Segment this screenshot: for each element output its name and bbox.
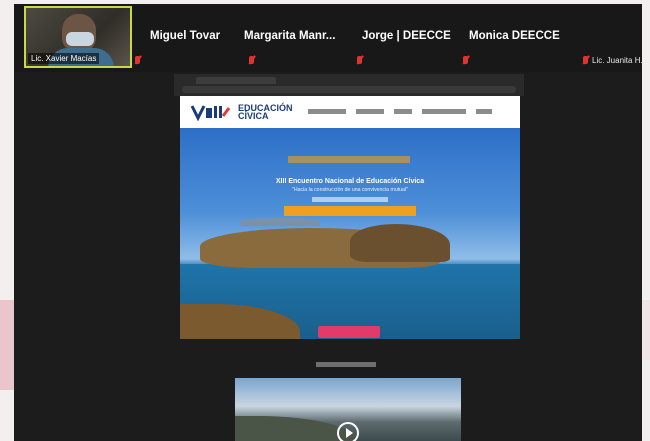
browser-tab[interactable] [196,77,276,84]
hero-subtitle: "Hacia la construcción de una convivenci… [292,187,408,193]
hero-kicker [288,156,410,163]
hero-title: XIII Encuentro Nacional de Educación Cív… [275,178,425,185]
participant-name-1[interactable]: Miguel Tovar [150,30,220,42]
nav-item[interactable] [422,109,466,114]
self-video-tile[interactable]: Lic. Xavier Macías [24,6,132,68]
participant-name-5[interactable]: Lic. Juanita H... [592,56,647,65]
video-thumbnail[interactable] [235,378,461,441]
address-bar[interactable] [182,86,516,93]
nav-item[interactable] [356,109,384,114]
hero-banner: XIII Encuentro Nacional de Educación Cív… [180,128,520,339]
participant-strip: Lic. Xavier Macías Miguel Tovar Margarit… [14,4,647,72]
muted-mic-icon [582,56,589,65]
participant-name-3[interactable]: Jorge | DEECCE [362,30,451,42]
distant-island [240,218,320,226]
participant-name-2[interactable]: Margarita Manr... [244,30,335,42]
nav-item[interactable] [308,109,346,114]
hero-date [312,197,388,202]
video-call-window: Lic. Xavier Macías Miguel Tovar Margarit… [14,4,647,441]
site-logo-text: EDUCACIÓN CÍVICA [238,104,293,121]
site-navbar: EDUCACIÓN CÍVICA [180,96,520,128]
island-peak [350,224,450,262]
registration-button[interactable] [284,206,416,216]
nav-item[interactable] [476,109,492,114]
cta-button[interactable] [318,326,380,338]
shared-browser-chrome [174,74,524,96]
self-tile-name: Lic. Xavier Macías [28,53,100,64]
play-icon[interactable] [337,422,359,441]
face-mask [66,32,94,46]
paper-mark [0,300,14,390]
muted-mic-icon [134,56,141,65]
nav-item[interactable] [394,109,412,114]
shared-website: EDUCACIÓN CÍVICA XIII Encuentro Nacional… [180,96,520,339]
video-section-label [316,362,376,367]
muted-mic-icon [356,56,363,65]
participant-name-4[interactable]: Monica DEECCE [469,30,560,42]
logo-line-2: CÍVICA [238,111,269,121]
muted-mic-icon [248,56,255,65]
muted-mic-icon [462,56,469,65]
site-logo[interactable] [190,102,230,122]
